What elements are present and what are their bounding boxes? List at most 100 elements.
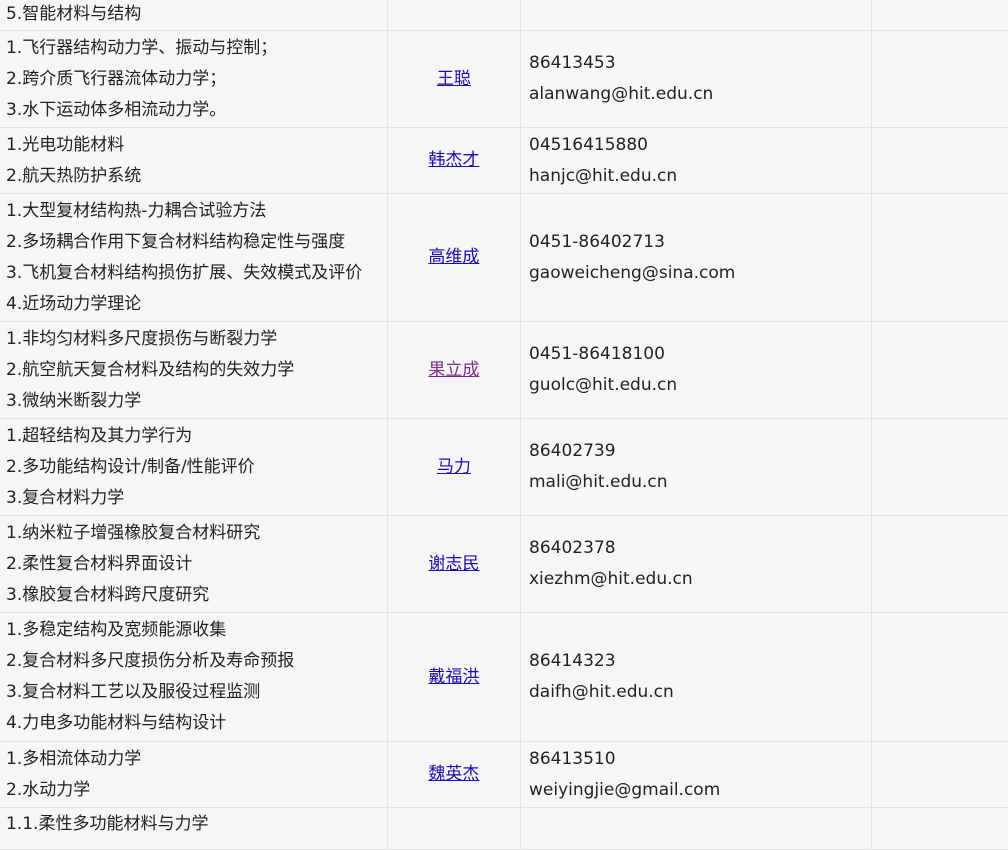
phone-text: 0451-86402713 — [529, 231, 665, 252]
extra-cell — [870, 193, 1008, 322]
name-cell: 果立成 — [386, 321, 522, 419]
email-text: hanjc@hit.edu.cn — [529, 165, 678, 186]
research-item: 2.航天热防护系统 — [6, 165, 142, 186]
teacher-link-ma-li[interactable]: 马力 — [437, 457, 471, 477]
name-cell — [386, 807, 522, 850]
name-cell: 魏英杰 — [386, 741, 522, 808]
research-item: 4.近场动力学理论 — [6, 293, 142, 314]
email-text: mali@hit.edu.cn — [529, 472, 668, 492]
teacher-link-wang-cong[interactable]: 王聪 — [437, 69, 471, 89]
research-cell: 1.多相流体动力学 2.水动力学 — [0, 741, 388, 808]
research-item: 3.复合材料工艺以及服役过程监测 — [6, 682, 261, 702]
phone-text: 04516415880 — [529, 134, 648, 155]
contact-cell: 0451-86418100 guolc@hit.edu.cn — [520, 321, 872, 419]
name-cell: 韩杰才 — [386, 127, 522, 194]
phone-text: 86402378 — [529, 538, 616, 558]
email-text: gaoweicheng@sina.com — [529, 262, 736, 283]
extra-cell — [870, 741, 1008, 808]
name-cell: 谢志民 — [386, 515, 522, 613]
contact-cell: 86402378 xiezhm@hit.edu.cn — [520, 515, 872, 613]
teacher-link-dai-fuhong[interactable]: 戴福洪 — [428, 667, 479, 687]
contact-cell: 04516415880 hanjc@hit.edu.cn — [520, 127, 872, 194]
research-item: 1.光电功能材料 — [6, 134, 125, 155]
extra-cell — [870, 612, 1008, 742]
contact-cell: 0451-86402713 gaoweicheng@sina.com — [520, 193, 872, 322]
email-text: guolc@hit.edu.cn — [529, 375, 678, 395]
extra-cell — [870, 0, 1008, 31]
extra-cell — [870, 321, 1008, 419]
contact-cell: 86414323 daifh@hit.edu.cn — [520, 612, 872, 742]
extra-cell — [870, 127, 1008, 194]
name-cell: 王聪 — [386, 30, 522, 128]
teacher-link-han-jiecai[interactable]: 韩杰才 — [428, 150, 479, 170]
contact-cell: 86413453 alanwang@hit.edu.cn — [520, 30, 872, 128]
research-item: 5.智能材料与结构 — [6, 4, 142, 24]
contact-cell — [520, 0, 872, 31]
research-cell: 1.飞行器结构动力学、振动与控制； 2.跨介质飞行器流体动力学； 3.水下运动体… — [0, 30, 388, 128]
teacher-link-guo-licheng[interactable]: 果立成 — [428, 360, 479, 380]
research-cell: 1.多稳定结构及宽频能源收集 2.复合材料多尺度损伤分析及寿命预报 3.复合材料… — [0, 612, 388, 742]
research-item: 2.多场耦合作用下复合材料结构稳定性与强度 — [6, 231, 346, 252]
name-cell: 戴福洪 — [386, 612, 522, 742]
name-cell: 高维成 — [386, 193, 522, 322]
research-item: 1.大型复材结构热-力耦合试验方法 — [6, 200, 267, 221]
name-cell — [386, 0, 522, 31]
research-item: 2.多功能结构设计/制备/性能评价 — [6, 456, 255, 477]
email-text: alanwang@hit.edu.cn — [529, 84, 714, 104]
research-item: 2.航空航天复合材料及结构的失效力学 — [6, 359, 295, 380]
teacher-link-xie-zhimin[interactable]: 谢志民 — [428, 554, 479, 574]
research-cell: 1.大型复材结构热-力耦合试验方法 2.多场耦合作用下复合材料结构稳定性与强度 … — [0, 193, 388, 322]
phone-text: 86414323 — [529, 651, 616, 671]
research-item: 1.多相流体动力学 — [6, 748, 142, 769]
research-item: 1.飞行器结构动力学、振动与控制； — [6, 37, 278, 58]
research-item: 2.水动力学 — [6, 779, 91, 800]
research-item: 3.飞机复合材料结构损伤扩展、失效模式及评价 — [6, 262, 363, 283]
table-row: 1.超轻结构及其力学行为 2.多功能结构设计/制备/性能评价 3.复合材料力学 … — [0, 418, 1008, 516]
research-item: 1.1.柔性多功能材料与力学 — [6, 814, 209, 834]
research-item: 2.复合材料多尺度损伤分析及寿命预报 — [6, 651, 295, 671]
table-row: 1.大型复材结构热-力耦合试验方法 2.多场耦合作用下复合材料结构稳定性与强度 … — [0, 193, 1008, 322]
research-item: 3.橡胶复合材料跨尺度研究 — [6, 584, 210, 605]
phone-text: 86413453 — [529, 53, 616, 73]
research-item: 3.微纳米断裂力学 — [6, 390, 142, 411]
teacher-link-gao-weicheng[interactable]: 高维成 — [428, 247, 479, 267]
contact-cell: 86413510 weiyingjie@gmail.com — [520, 741, 872, 808]
phone-text: 0451-86418100 — [529, 344, 665, 364]
phone-text: 86413510 — [529, 748, 616, 769]
research-item: 3.水下运动体多相流动力学。 — [6, 99, 227, 120]
research-cell: 1.光电功能材料 2.航天热防护系统 — [0, 127, 388, 194]
research-item: 4.力电多功能材料与结构设计 — [6, 713, 227, 733]
table-row: 1.飞行器结构动力学、振动与控制； 2.跨介质飞行器流体动力学； 3.水下运动体… — [0, 30, 1008, 128]
research-item: 2.跨介质飞行器流体动力学； — [6, 68, 227, 89]
table-row: 1.多相流体动力学 2.水动力学 魏英杰 86413510 weiyingjie… — [0, 741, 1008, 808]
research-item: 1.多稳定结构及宽频能源收集 — [6, 620, 227, 640]
research-cell: 1.1.柔性多功能材料与力学 — [0, 807, 388, 850]
extra-cell — [870, 418, 1008, 516]
phone-text: 86402739 — [529, 441, 616, 461]
research-item: 1.超轻结构及其力学行为 — [6, 425, 193, 446]
research-cell: 5.智能材料与结构 — [0, 0, 388, 31]
research-item: 1.非均匀材料多尺度损伤与断裂力学 — [6, 328, 278, 349]
table-row: 1.非均匀材料多尺度损伤与断裂力学 2.航空航天复合材料及结构的失效力学 3.微… — [0, 321, 1008, 419]
contact-cell: 86402739 mali@hit.edu.cn — [520, 418, 872, 516]
research-item: 2.柔性复合材料界面设计 — [6, 553, 193, 574]
email-text: daifh@hit.edu.cn — [529, 682, 674, 702]
name-cell: 马力 — [386, 418, 522, 516]
research-item: 1.纳米粒子增强橡胶复合材料研究 — [6, 522, 261, 543]
table-row: 1.多稳定结构及宽频能源收集 2.复合材料多尺度损伤分析及寿命预报 3.复合材料… — [0, 612, 1008, 742]
teacher-link-wei-yingjie[interactable]: 魏英杰 — [428, 764, 479, 784]
contact-cell — [520, 807, 872, 850]
extra-cell — [870, 807, 1008, 850]
table-row: 1.1.柔性多功能材料与力学 — [0, 807, 1008, 850]
research-cell: 1.超轻结构及其力学行为 2.多功能结构设计/制备/性能评价 3.复合材料力学 — [0, 418, 388, 516]
faculty-table: 5.智能材料与结构 1.飞行器结构动力学、振动与控制； 2.跨介质飞行器流体动力… — [0, 0, 1008, 850]
research-cell: 1.非均匀材料多尺度损伤与断裂力学 2.航空航天复合材料及结构的失效力学 3.微… — [0, 321, 388, 419]
table-row: 1.光电功能材料 2.航天热防护系统 韩杰才 04516415880 hanjc… — [0, 127, 1008, 194]
extra-cell — [870, 30, 1008, 128]
extra-cell — [870, 515, 1008, 613]
email-text: xiezhm@hit.edu.cn — [529, 569, 693, 589]
email-text: weiyingjie@gmail.com — [529, 779, 721, 800]
research-item: 3.复合材料力学 — [6, 487, 125, 508]
research-cell: 1.纳米粒子增强橡胶复合材料研究 2.柔性复合材料界面设计 3.橡胶复合材料跨尺… — [0, 515, 388, 613]
table-row: 1.纳米粒子增强橡胶复合材料研究 2.柔性复合材料界面设计 3.橡胶复合材料跨尺… — [0, 515, 1008, 613]
